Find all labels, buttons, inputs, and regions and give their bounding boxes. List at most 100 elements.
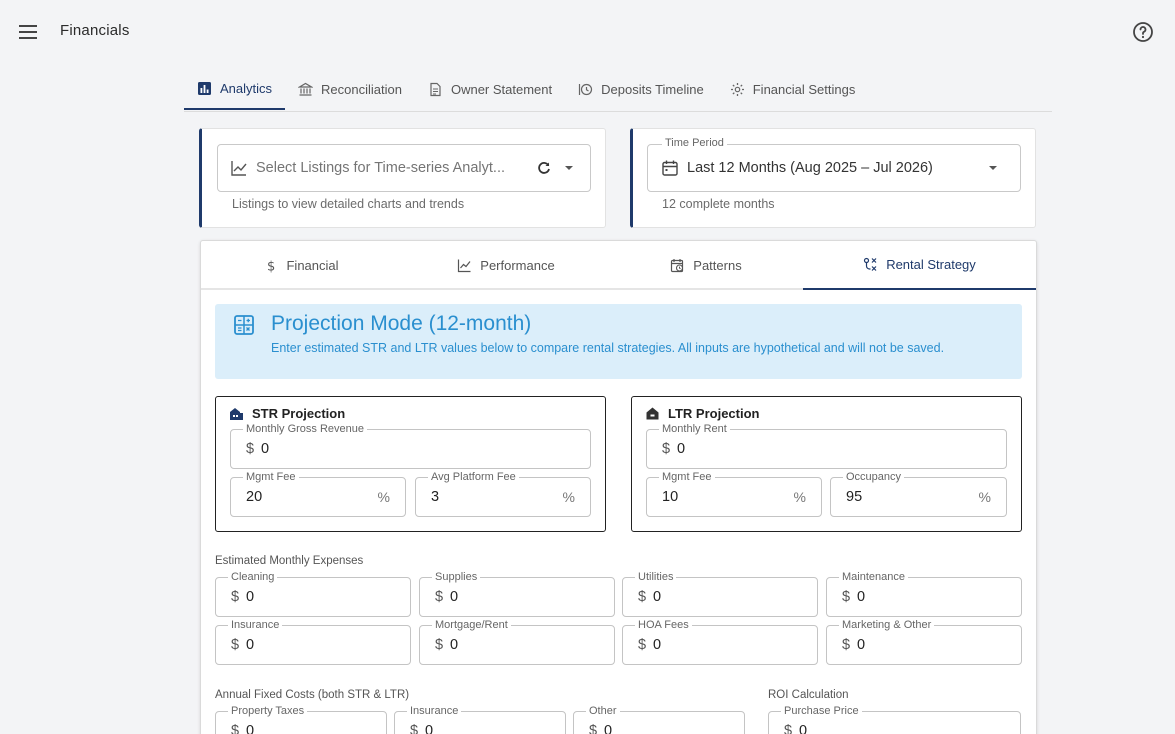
calculator-icon: [233, 314, 255, 336]
field-label: Mortgage/Rent: [432, 619, 511, 631]
currency-prefix: $: [638, 637, 647, 653]
sub-tab-bar: $ Financial Performance Patterns Rental …: [201, 241, 1036, 290]
tab-owner-statement[interactable]: Owner Statement: [415, 68, 565, 110]
bar-chart-icon: [197, 81, 212, 96]
ltr-occupancy-field[interactable]: Occupancy 95 %: [830, 471, 1007, 517]
currency-prefix: $: [842, 637, 851, 653]
refresh-icon[interactable]: [536, 160, 552, 176]
annual-other-field[interactable]: Other $ 0: [573, 705, 745, 734]
calendar-clock-icon: [670, 258, 685, 273]
field-value: 20: [246, 489, 263, 505]
tab-performance[interactable]: Performance: [406, 241, 606, 290]
expense-maintenance-field[interactable]: Maintenance $ 0: [826, 571, 1022, 617]
field-label: Purchase Price: [781, 705, 862, 717]
listings-helper-text: Listings to view detailed charts and tre…: [232, 197, 465, 211]
chevron-down-icon[interactable]: [986, 161, 1000, 175]
expense-utilities-field[interactable]: Utilities $ 0: [622, 571, 818, 617]
field-value: 0: [450, 589, 459, 605]
field-value: 0: [604, 723, 613, 734]
ltr-projection-title: LTR Projection: [645, 406, 759, 421]
tab-patterns[interactable]: Patterns: [606, 241, 806, 290]
str-monthly-gross-revenue-field[interactable]: Monthly Gross Revenue $ 0: [230, 423, 591, 469]
currency-prefix: $: [231, 589, 240, 605]
tab-label: Performance: [480, 258, 555, 273]
field-label: Property Taxes: [228, 705, 308, 717]
expense-cleaning-field[interactable]: Cleaning $ 0: [215, 571, 411, 617]
field-label: Other: [586, 705, 620, 717]
menu-icon[interactable]: [16, 20, 40, 44]
time-period-label: Time Period: [662, 137, 727, 149]
currency-prefix: $: [842, 589, 851, 605]
str-projection-title: STR Projection: [229, 406, 345, 421]
listings-select[interactable]: Select Listings for Time-series Analyt..…: [217, 144, 591, 192]
field-label: Insurance: [407, 705, 462, 717]
currency-prefix: $: [231, 723, 240, 734]
field-label: Insurance: [228, 619, 283, 631]
str-projection-label: STR Projection: [252, 406, 346, 421]
field-value: 0: [653, 589, 662, 605]
chevron-down-icon[interactable]: [562, 161, 576, 175]
field-label: Marketing & Other: [839, 619, 935, 631]
ltr-mgmt-fee-field[interactable]: Mgmt Fee 10 %: [646, 471, 822, 517]
field-label: Monthly Rent: [659, 423, 730, 435]
str-mgmt-fee-field[interactable]: Mgmt Fee 20 %: [230, 471, 406, 517]
expense-marketing-other-field[interactable]: Marketing & Other $ 0: [826, 619, 1022, 665]
tab-label: Owner Statement: [450, 81, 553, 97]
ltr-projection-panel: LTR Projection Monthly Rent $ 0 Mgmt Fee…: [631, 396, 1022, 532]
ltr-projection-label: LTR Projection: [668, 406, 760, 421]
tab-label: Financial Settings: [752, 81, 856, 97]
currency-prefix: $: [435, 637, 444, 653]
field-value: 0: [677, 441, 686, 457]
expense-hoa-fees-field[interactable]: HOA Fees $ 0: [622, 619, 818, 665]
tab-analytics[interactable]: Analytics: [184, 68, 286, 110]
top-app-bar: Financials: [0, 0, 1175, 64]
annual-property-taxes-field[interactable]: Property Taxes $ 0: [215, 705, 387, 734]
help-icon[interactable]: [1131, 20, 1155, 44]
line-chart-icon: [230, 159, 248, 177]
tab-financial[interactable]: $ Financial: [201, 241, 401, 290]
field-value: 3: [431, 489, 440, 505]
roi-purchase-price-field[interactable]: Purchase Price $ 0: [768, 705, 1021, 734]
currency-prefix: $: [589, 723, 598, 734]
field-label: Mgmt Fee: [659, 471, 715, 483]
tab-label: Rental Strategy: [886, 257, 976, 272]
str-avg-platform-fee-field[interactable]: Avg Platform Fee 3 %: [415, 471, 591, 517]
tab-label: Financial: [286, 258, 339, 273]
tab-label: Deposits Timeline: [601, 81, 704, 97]
ltr-monthly-rent-field[interactable]: Monthly Rent $ 0: [646, 423, 1007, 469]
field-value: 0: [799, 723, 808, 734]
app-title: Financials: [60, 22, 130, 39]
time-period-card: Last 12 Months (Aug 2025 – Jul 2026) Tim…: [630, 128, 1036, 228]
annual-insurance-field[interactable]: Insurance $ 0: [394, 705, 566, 734]
field-label: Occupancy: [843, 471, 905, 483]
field-label: Avg Platform Fee: [428, 471, 519, 483]
time-period-value: Last 12 Months (Aug 2025 – Jul 2026): [687, 160, 933, 176]
tab-reconciliation[interactable]: Reconciliation: [285, 68, 415, 110]
listings-select-placeholder: Select Listings for Time-series Analyt..…: [256, 160, 506, 176]
expense-supplies-field[interactable]: Supplies $ 0: [419, 571, 615, 617]
projection-mode-banner: Projection Mode (12-month) Enter estimat…: [215, 304, 1022, 379]
field-label: Maintenance: [839, 571, 908, 583]
banner-description: Enter estimated STR and LTR values below…: [271, 341, 945, 355]
percent-suffix: %: [377, 489, 390, 505]
field-label: Mgmt Fee: [243, 471, 299, 483]
banner-title: Projection Mode (12-month): [271, 312, 532, 335]
timeline-icon: [578, 82, 593, 97]
tab-deposits-timeline[interactable]: Deposits Timeline: [565, 68, 717, 110]
time-period-select[interactable]: Last 12 Months (Aug 2025 – Jul 2026): [647, 144, 1021, 192]
expense-mortgage-rent-field[interactable]: Mortgage/Rent $ 0: [419, 619, 615, 665]
gear-icon: [730, 82, 745, 97]
document-icon: [428, 82, 443, 97]
main-tab-bar: Analytics Reconciliation Owner Statement…: [184, 68, 1052, 112]
percent-suffix: %: [562, 489, 575, 505]
svg-text:$: $: [267, 260, 275, 274]
currency-prefix: $: [662, 441, 671, 457]
tab-financial-settings[interactable]: Financial Settings: [717, 68, 869, 110]
expense-insurance-field[interactable]: Insurance $ 0: [215, 619, 411, 665]
field-value: 10: [662, 489, 679, 505]
tab-rental-strategy[interactable]: Rental Strategy: [803, 241, 1036, 290]
tab-label: Reconciliation: [321, 81, 402, 97]
field-value: 0: [246, 589, 255, 605]
field-label: Monthly Gross Revenue: [243, 423, 367, 435]
str-projection-panel: STR Projection Monthly Gross Revenue $ 0…: [215, 396, 606, 532]
